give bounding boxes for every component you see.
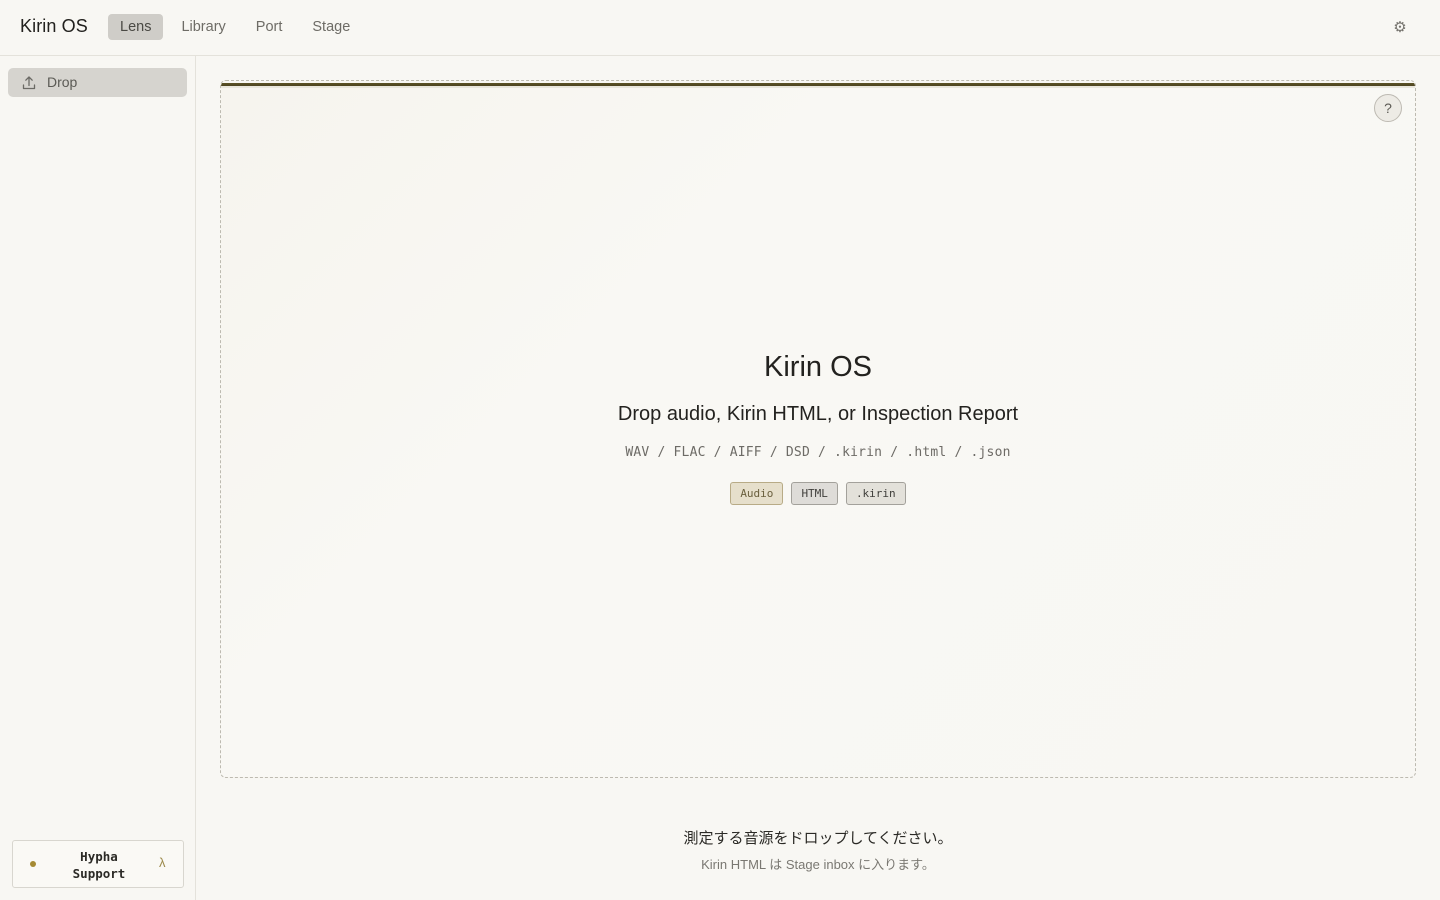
- drop-zone-title: Kirin OS: [764, 351, 872, 383]
- drop-hint: Kirin HTML は Stage inbox に入ります。: [701, 857, 935, 872]
- app-title: Kirin OS: [20, 16, 88, 36]
- drop-zone[interactable]: ? Kirin OS Drop audio, Kirin HTML, or In…: [220, 80, 1416, 778]
- support-label-line2: Support: [72, 866, 126, 881]
- accent-bar: [221, 81, 1415, 88]
- supported-formats: WAV / FLAC / AIFF / DSD / .kirin / .html…: [625, 445, 1011, 460]
- support-label-line1: Hypha: [80, 849, 118, 864]
- chip-kirin[interactable]: .kirin: [845, 482, 906, 505]
- sidebar-item-label: Drop: [47, 74, 78, 90]
- tab-library[interactable]: Library: [169, 14, 237, 40]
- support-label: Hypha Support: [53, 848, 145, 882]
- gear-icon[interactable]: ⚙: [1390, 18, 1410, 38]
- tab-stage[interactable]: Stage: [300, 14, 362, 40]
- sidebar: Drop Hypha Support λ: [0, 56, 196, 900]
- chip-html[interactable]: HTML: [791, 482, 838, 505]
- status-dot: [30, 861, 36, 867]
- chip-audio[interactable]: Audio: [730, 482, 784, 505]
- top-bar: Kirin OS Lens Library Port Stage ⚙: [0, 0, 1440, 56]
- lambda-icon: λ: [159, 855, 166, 870]
- format-chips: Audio HTML .kirin: [221, 482, 1415, 505]
- tab-lens[interactable]: Lens: [108, 14, 164, 40]
- main-nav: Lens Library Port Stage: [108, 14, 362, 40]
- tab-port[interactable]: Port: [244, 14, 295, 40]
- help-button[interactable]: ?: [1374, 94, 1402, 122]
- drop-instruction: 測定する音源をドロップしてください。: [683, 830, 953, 847]
- drop-zone-subtitle: Drop audio, Kirin HTML, or Inspection Re…: [617, 403, 1019, 425]
- sidebar-item-drop[interactable]: Drop: [8, 68, 187, 97]
- hypha-support-button[interactable]: Hypha Support λ: [12, 840, 184, 888]
- upload-icon: [22, 76, 36, 90]
